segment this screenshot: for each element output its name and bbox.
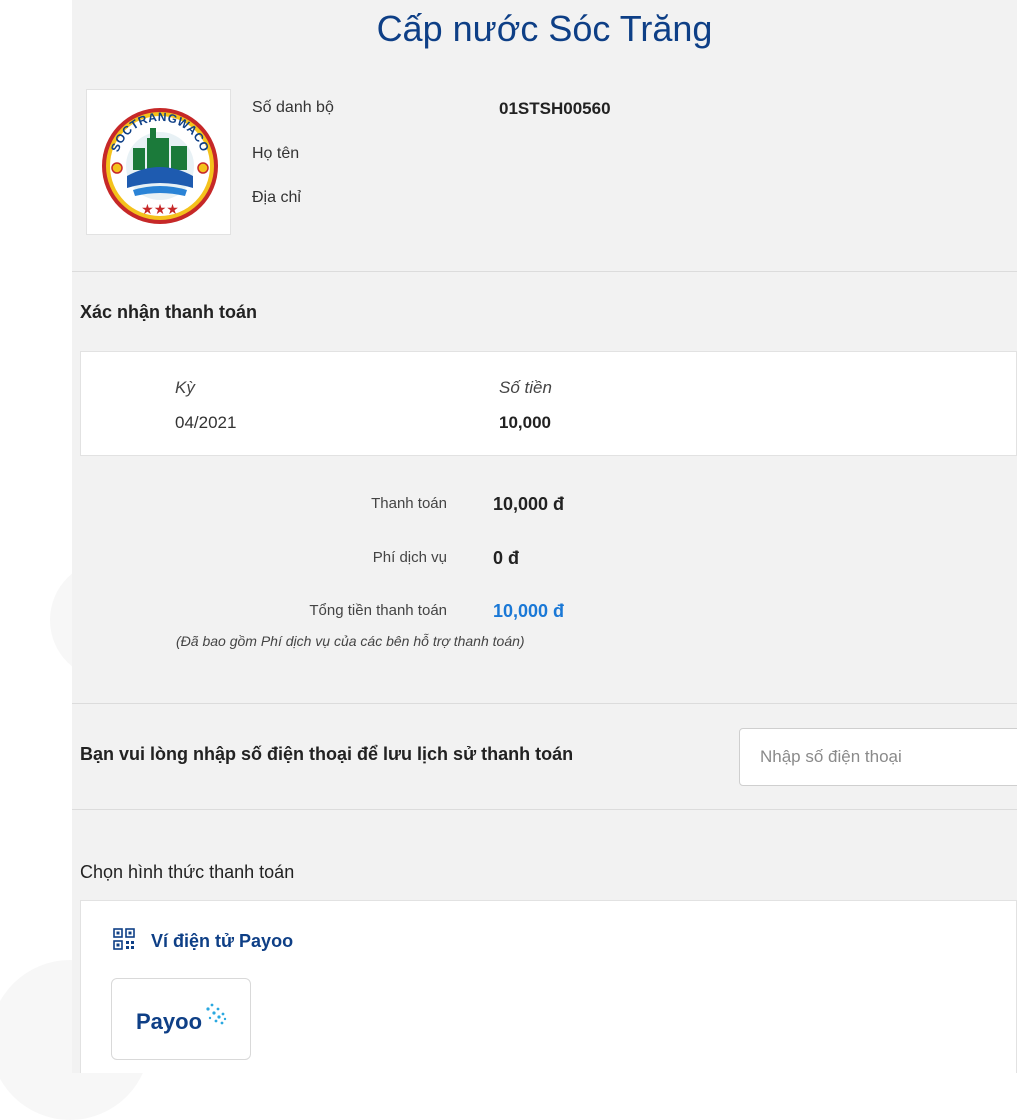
account-number-label: Số danh bộ	[252, 99, 334, 116]
payoo-logo: Payoo	[136, 1003, 227, 1034]
svg-text:★★★: ★★★	[141, 202, 179, 218]
account-number-value: 01STSH00560	[499, 99, 611, 118]
fee-note: (Đã bao gồm Phí dịch vụ của các bên hỗ t…	[176, 633, 525, 649]
customer-address-label: Địa chỉ	[252, 189, 301, 206]
payment-method-card: Ví điện tử Payoo Payoo	[80, 900, 1017, 1073]
customer-name-label: Họ tên	[252, 145, 300, 162]
qr-code-icon	[113, 928, 135, 955]
divider	[72, 271, 1017, 272]
amount-label: Số tiền	[499, 378, 552, 397]
payoo-wallet-label: Ví điện tử Payoo	[151, 931, 294, 951]
payment-label: Thanh toán	[371, 495, 447, 512]
bill-card: Kỳ 04/2021 Số tiền 10,000	[80, 351, 1017, 456]
total-value: 10,000 đ	[493, 601, 565, 621]
payment-value: 10,000 đ	[493, 494, 565, 514]
payoo-logo-text: Payoo	[136, 1009, 202, 1034]
service-fee-value: 0 đ	[493, 548, 520, 568]
phone-input[interactable]	[739, 728, 1017, 786]
divider	[72, 703, 1017, 704]
total-label: Tổng tiền thanh toán	[309, 602, 447, 619]
payoo-payment-button[interactable]: Payoo	[111, 978, 251, 1060]
phone-prompt-label: Bạn vui lòng nhập số điện thoại để lưu l…	[80, 744, 574, 764]
amount-value: 10,000	[499, 413, 551, 432]
payment-confirmation-heading: Xác nhận thanh toán	[80, 302, 258, 322]
page-title: Cấp nước Sóc Trăng	[376, 8, 713, 49]
period-label: Kỳ	[175, 378, 195, 397]
soctrangwaco-logo-image: ★★★ SOCTRANGWACO	[102, 108, 218, 224]
service-fee-label: Phí dịch vụ	[372, 549, 447, 566]
payment-panel: Cấp nước Sóc Trăng ★★★ SOCTRANGWACO Số d…	[72, 0, 1017, 1073]
payoo-wallet-option[interactable]: Ví điện tử Payoo	[113, 928, 293, 955]
company-logo: ★★★ SOCTRANGWACO	[86, 89, 231, 235]
payment-method-heading: Chọn hình thức thanh toán	[80, 862, 295, 882]
divider	[72, 809, 1017, 810]
period-value: 04/2021	[175, 413, 237, 432]
